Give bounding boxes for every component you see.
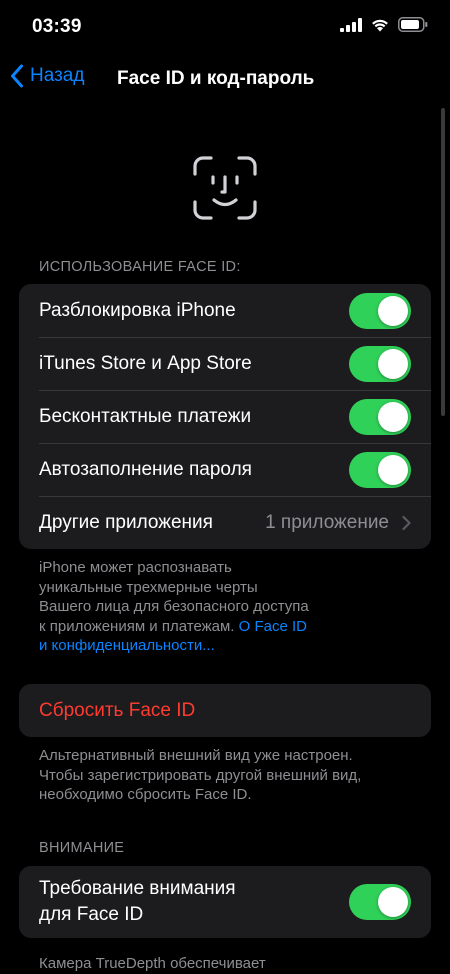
- battery-icon: [398, 17, 428, 32]
- footer-line: уникальные трехмерные черты: [39, 578, 258, 596]
- other-apps-count: 1 приложение: [265, 511, 389, 533]
- footer-line: iPhone может распознавать: [39, 559, 232, 576]
- row-label-line: Требование внимания: [39, 878, 236, 899]
- attention-group: Требование внимания для Face ID: [19, 866, 431, 938]
- cellular-signal-icon: [340, 17, 362, 32]
- row-label: iTunes Store и App Store: [39, 352, 252, 374]
- reset-group: Сбросить Face ID: [19, 684, 431, 737]
- reset-footer: Альтернативный внешний вид уже настроен.…: [39, 746, 419, 805]
- page-title: Face ID и код-пароль: [117, 68, 315, 89]
- row-label: Бесконтактные платежи: [39, 405, 252, 427]
- toggle-knob: [378, 295, 408, 326]
- itunes-app-store-row: iTunes Store и App Store: [19, 337, 431, 390]
- footer-line: к приложениям и платежам. О Face ID: [39, 617, 419, 637]
- back-button[interactable]: Назад: [10, 64, 84, 88]
- require-attention-toggle[interactable]: [349, 884, 411, 920]
- toggle-knob: [378, 887, 408, 917]
- footer-line: Чтобы зарегистрировать другой внешний ви…: [39, 766, 362, 784]
- reset-face-id-button[interactable]: Сбросить Face ID: [19, 684, 431, 737]
- row-label: Требование внимания для Face ID: [39, 876, 329, 928]
- toggle-knob: [378, 401, 408, 432]
- settings-screen: 03:39 Назад Face ID и код-пароль ИСПОЛЬЗ…: [0, 0, 450, 974]
- require-attention-row: Требование внимания для Face ID: [19, 866, 431, 938]
- wifi-icon: [372, 19, 388, 31]
- contactless-payments-row: Бесконтактные платежи: [19, 390, 431, 443]
- attention-header: ВНИМАНИЕ: [39, 840, 125, 856]
- row-label: Другие приложения: [39, 511, 213, 533]
- face-id-usage-group: Разблокировка iPhone iTunes Store и App …: [19, 284, 431, 549]
- chevron-right-icon: [402, 515, 411, 530]
- footer-line-text: к приложениям и платежам.: [39, 617, 235, 635]
- footer-line: Альтернативный внешний вид уже настроен.: [39, 747, 353, 764]
- chevron-left-icon: [11, 64, 23, 88]
- row-label: Автозаполнение пароля: [39, 458, 252, 480]
- navigation-bar: Назад Face ID и код-пароль: [0, 58, 450, 102]
- privacy-link[interactable]: и конфиденциальности...: [39, 636, 419, 656]
- status-time: 03:39: [32, 16, 82, 37]
- about-face-id-link[interactable]: О Face ID: [239, 618, 307, 635]
- face-id-icon: [193, 156, 257, 220]
- other-apps-row[interactable]: Другие приложения 1 приложение: [19, 496, 431, 549]
- back-label: Назад: [30, 65, 85, 86]
- unlock-iphone-toggle[interactable]: [349, 292, 411, 329]
- contactless-payments-toggle[interactable]: [349, 398, 411, 435]
- status-bar: 03:39: [0, 0, 450, 54]
- row-label-line: для Face ID: [39, 904, 144, 925]
- attention-footer: Камера TrueDepth обеспечивает: [39, 954, 419, 974]
- face-id-usage-footer: iPhone может распознавать уникальные тре…: [39, 558, 419, 656]
- itunes-app-store-toggle[interactable]: [349, 345, 411, 382]
- toggle-knob: [378, 454, 408, 485]
- toggle-knob: [378, 348, 408, 379]
- unlock-iphone-row: Разблокировка iPhone: [19, 284, 431, 337]
- status-icons: [340, 17, 428, 32]
- face-id-usage-header: ИСПОЛЬЗОВАНИЕ FACE ID:: [39, 259, 241, 275]
- footer-line: Вашего лица для безопасного доступа: [39, 598, 309, 615]
- reset-face-id-label: Сбросить Face ID: [39, 699, 196, 721]
- footer-line: Камера TrueDepth обеспечивает: [39, 955, 266, 972]
- scroll-indicator: [441, 108, 445, 416]
- footer-line: необходимо сбросить Face ID.: [39, 786, 252, 803]
- row-label: Разблокировка iPhone: [39, 299, 236, 321]
- password-autofill-toggle[interactable]: [349, 451, 411, 488]
- password-autofill-row: Автозаполнение пароля: [19, 443, 431, 496]
